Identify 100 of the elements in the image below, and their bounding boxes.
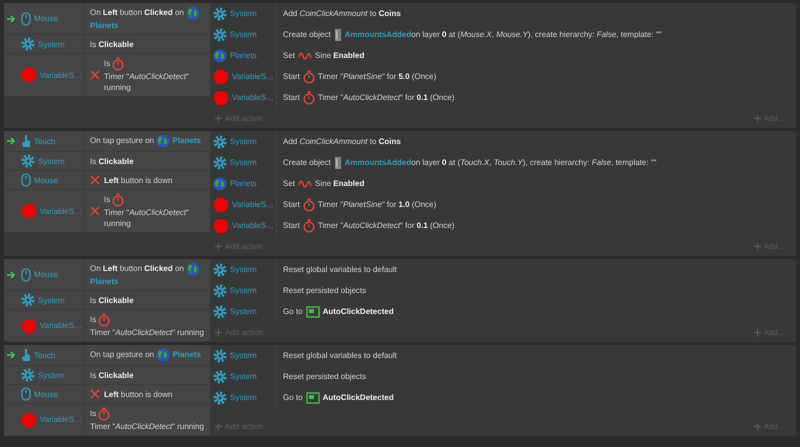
condition-row[interactable]: System Is Clickable: [4, 152, 210, 171]
action-text: Reset persisted objects: [283, 372, 366, 381]
action-text: Go to: [283, 393, 303, 402]
plus-icon: [754, 242, 761, 250]
gear-icon: [213, 6, 227, 20]
stopwatch-icon: [112, 57, 124, 71]
object-name: System: [230, 351, 257, 360]
stopwatch-icon: [302, 70, 315, 84]
action-text: Timer "PlanetSine" for 5.0 (Once): [318, 72, 436, 81]
object-name: VariableS…: [232, 221, 274, 230]
condition-row[interactable]: VariableS… Is Timer "AutoClickDetect" running: [4, 54, 210, 97]
object-name: System: [230, 9, 257, 18]
layout-icon: [306, 306, 320, 318]
object-name: VariableS…: [40, 415, 82, 424]
plus-icon: [215, 242, 222, 250]
object-name: System: [38, 40, 65, 48]
action-text: Start: [283, 93, 300, 102]
condition-text: Left button is down: [104, 174, 172, 186]
condition-text: On tap gesture on: [90, 135, 154, 146]
condition-text: On Left button Clicked on: [90, 7, 184, 18]
gear-icon: [21, 368, 35, 382]
gear-icon: [213, 284, 227, 298]
condition-text: Timer "AutoClickDetect" running: [104, 207, 190, 229]
mouse-icon: [21, 12, 31, 26]
condition-text: Is: [90, 314, 96, 326]
hand-icon: [21, 348, 31, 362]
gear-icon: [213, 304, 227, 318]
blob-icon: [213, 196, 229, 212]
object-name: Planets: [230, 179, 257, 188]
object-name: System: [38, 370, 65, 380]
action-text: Reset global variables to default: [283, 265, 397, 274]
action-text: Create object: [283, 158, 331, 167]
mouse-icon: [21, 173, 31, 187]
stopwatch-icon: [98, 313, 110, 327]
action-text: AutoClickDetected: [322, 307, 394, 316]
object-link: Planets: [172, 350, 201, 360]
mouse-icon: [21, 387, 31, 401]
object-name: Touch: [34, 350, 56, 360]
object-name: Mouse: [34, 390, 58, 398]
object-name: System: [230, 265, 257, 274]
hand-icon: [21, 134, 31, 148]
object-icon: [334, 28, 342, 42]
globe-icon: [186, 6, 200, 20]
object-name: VariableS…: [232, 72, 274, 81]
object-name: System: [230, 30, 257, 39]
condition-row[interactable]: Mouse Left button is down: [4, 385, 210, 404]
object-name: VariableS…: [40, 206, 82, 216]
condition-text: Is Clickable: [90, 156, 134, 166]
condition-text: Is: [104, 194, 110, 206]
condition-row[interactable]: VariableS… Is Timer "AutoClickDetect" running: [4, 190, 210, 233]
object-name: System: [230, 372, 257, 381]
gear-icon: [21, 37, 35, 51]
object-name: Touch: [34, 136, 56, 146]
object-name: VariableS…: [40, 321, 82, 330]
condition-row[interactable]: Mouse On Left button Clicked on Planets: [4, 3, 210, 35]
condition-row[interactable]: System Is Clickable: [4, 35, 210, 54]
object-name: Mouse: [34, 270, 58, 279]
action-text: Add CoinClickAmmount to Coins: [283, 137, 401, 146]
object-name: VariableS…: [232, 93, 274, 102]
object-name: System: [230, 137, 257, 146]
object-name: System: [38, 296, 65, 304]
gear-icon: [213, 348, 227, 362]
condition-text: Is: [104, 58, 110, 70]
action-text: Timer "AutoClickDetect" for 0.1 (Once): [318, 93, 454, 102]
action-text: AutoClickDetected: [322, 393, 394, 402]
plus-icon: [754, 328, 761, 336]
globe-icon: [156, 348, 170, 362]
condition-text: Left button is down: [104, 388, 172, 400]
object-name: System: [230, 158, 257, 167]
wave-icon: [298, 178, 312, 190]
condition-row[interactable]: Touch On tap gesture on Planets: [4, 345, 210, 366]
condition-row[interactable]: Mouse Left button is down: [4, 171, 210, 190]
condition-text: Is Clickable: [90, 294, 134, 306]
object-name: System: [230, 393, 257, 402]
object-name: Mouse: [34, 14, 58, 23]
action-text: Reset persisted objects: [283, 286, 366, 295]
condition-text: Is Clickable: [90, 370, 134, 380]
blob-icon: [21, 203, 37, 219]
globe-icon: [186, 262, 200, 276]
action-text: Set: [283, 51, 296, 60]
plus-icon: [754, 114, 761, 122]
condition-text: Timer "AutoClickDetect" running: [90, 421, 204, 432]
condition-row[interactable]: Mouse On Left button Clicked on Planets: [4, 259, 210, 291]
condition-row[interactable]: Touch On tap gesture on Planets: [4, 131, 210, 152]
gear-icon: [213, 370, 227, 384]
stopwatch-icon: [302, 90, 315, 104]
object-link: Planets: [90, 21, 118, 30]
gear-icon: [213, 156, 227, 170]
condition-text: Is: [90, 408, 96, 420]
object-link: Planets: [172, 136, 201, 146]
action-text: Timer "AutoClickDetect" for 0.1 (Once): [318, 221, 454, 230]
object-name: Mouse: [34, 176, 58, 184]
action-text: on layer 0 at (Mouse.X, Mouse.Y), create hierarchy: False, template: "": [411, 30, 662, 39]
action-text: Add CoinClickAmmount to Coins: [283, 9, 401, 18]
plus-icon: [754, 422, 761, 430]
gear-icon: [213, 262, 227, 276]
condition-text: On tap gesture on: [90, 349, 154, 360]
object-name: VariableS…: [232, 200, 274, 209]
condition-row[interactable]: System Is Clickable: [4, 291, 210, 310]
condition-row[interactable]: System Is Clickable: [4, 366, 210, 385]
